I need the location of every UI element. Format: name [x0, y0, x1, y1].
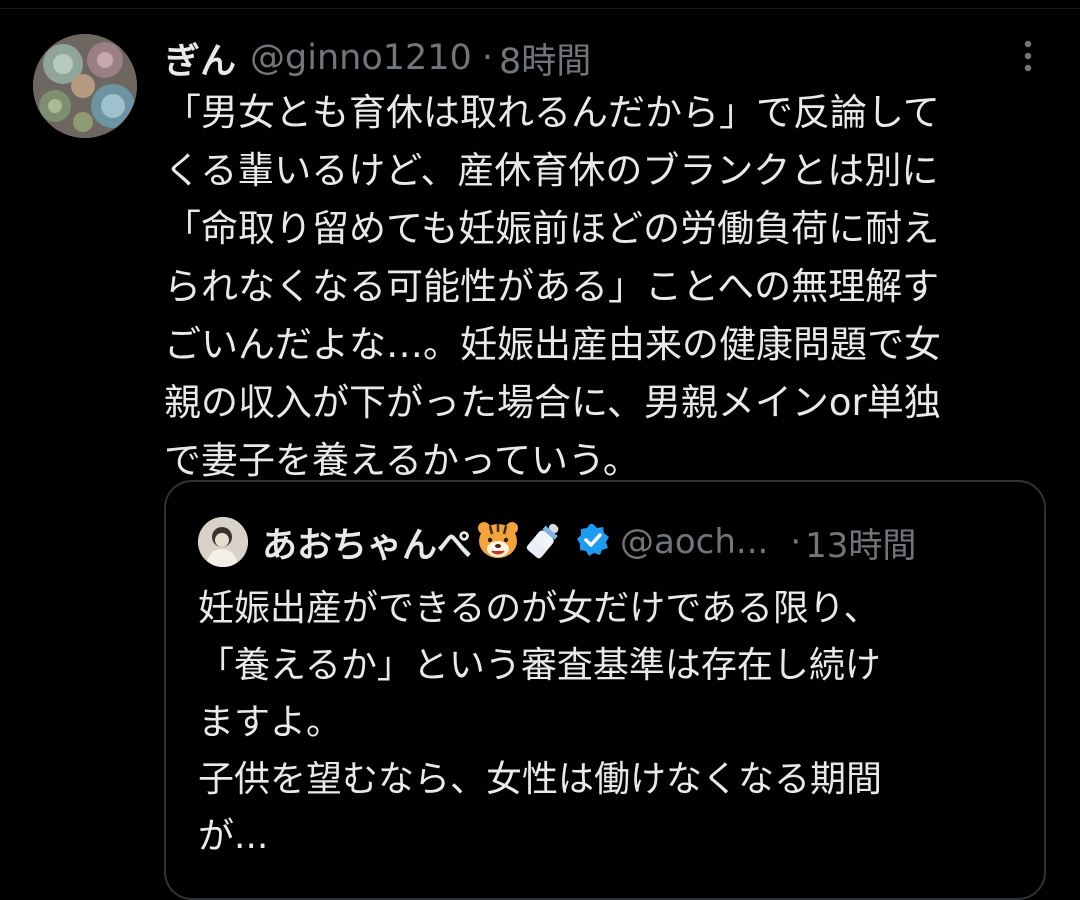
- tweet-text-line: られなくなる可能性がある」ことへの無理解す: [164, 265, 940, 308]
- quoted-text-line: ますよ。: [198, 702, 343, 743]
- tweet-text-line: 「男女とも育休は取れるんだから」で反論して: [164, 91, 940, 134]
- baby-bottle-icon: [524, 520, 564, 564]
- succulent-avatar-icon[interactable]: [33, 34, 137, 138]
- quoted-text-line: 子供を望むなら、女性は働けなくなる期間: [198, 759, 883, 800]
- quoted-tweet-text: 妊娠出産ができるのが女だけである限り、 「養えるか」という審査基準は存在し続け …: [198, 580, 1028, 865]
- display-name[interactable]: ぎん: [164, 32, 236, 84]
- verified-badge-icon: [576, 523, 610, 561]
- quoted-tweet-header: あおちゃんぺ @aoch... · 13時間: [198, 514, 916, 570]
- quoted-text-line: 「養えるか」という審査基準は存在し続け: [198, 645, 881, 686]
- quoted-timestamp[interactable]: 13時間: [805, 518, 916, 567]
- separator-dot: ·: [481, 38, 493, 78]
- quoted-user-handle[interactable]: @aoch...: [620, 522, 768, 562]
- separator-dot: ·: [790, 522, 802, 562]
- user-handle[interactable]: @ginno1210: [250, 38, 472, 78]
- top-divider: [0, 0, 1080, 9]
- quoted-text-line: 妊娠出産ができるのが女だけである限り、: [198, 588, 880, 629]
- quoted-text-line: が...: [198, 816, 269, 857]
- quoted-tweet-card[interactable]: あおちゃんぺ @aoch... · 13時間 妊娠出産ができるのが女だけである限…: [164, 480, 1046, 900]
- tiger-face-icon: [476, 520, 520, 564]
- tweet-header: ぎん @ginno1210 · 8時間: [164, 30, 591, 86]
- quoted-user-avatar[interactable]: [198, 517, 248, 567]
- timestamp[interactable]: 8時間: [499, 33, 591, 84]
- tweet-text-line: 「命取り留めても妊娠前ほどの労働負荷に耐え: [164, 207, 940, 250]
- tweet-text: 「男女とも育休は取れるんだから」で反論して くる輩いるけど、産休育休のブランクと…: [164, 84, 1054, 490]
- tweet-text-line: ごいんだよな…。妊娠出産由来の健康問題で女: [164, 323, 941, 366]
- quoted-display-name[interactable]: あおちゃんぺ: [262, 517, 472, 568]
- more-vertical-icon: [1023, 38, 1033, 78]
- tweet-text-line: 親の収入が下がった場合に、男親メインor単独: [164, 381, 941, 424]
- more-options-button[interactable]: [1008, 36, 1048, 80]
- tweet-text-line: くる輩いるけど、産休育休のブランクとは別に: [164, 149, 939, 192]
